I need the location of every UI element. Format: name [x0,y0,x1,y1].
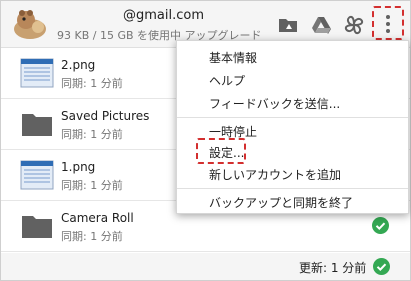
google-drive-icon[interactable] [310,14,332,36]
more-options-button[interactable] [372,6,404,40]
menu-item-add-account[interactable]: 新しいアカウントを追加 [209,166,341,183]
image-file-icon [20,58,54,88]
drive-folder-icon[interactable] [277,14,299,36]
menu-item-settings[interactable]: 設定... [209,144,244,161]
folder-icon [22,216,52,238]
folder-icon [22,114,52,136]
menu-divider [177,188,408,189]
menu-item-help[interactable]: ヘルプ [209,72,245,89]
synced-check-icon [372,217,389,234]
status-footer: 更新: 1 分前 [1,253,410,280]
menu-item-send-feedback[interactable]: フィードバックを送信... [209,95,340,112]
file-name: 2.png [61,58,96,72]
file-name: Saved Pictures [61,109,150,123]
menu-item-quit[interactable]: バックアップと同期を終了 [209,194,353,211]
more-vert-icon-dot [386,29,390,33]
file-sync-status: 同期: 1 分前 [61,77,123,90]
last-updated-text: 更新: 1 分前 [299,261,367,275]
more-vert-icon [386,15,390,19]
account-email: @gmail.com [123,8,205,23]
file-sync-status: 同期: 1 分前 [61,179,123,192]
pinwheel-icon[interactable] [343,14,365,36]
avatar[interactable] [11,7,49,41]
menu-item-about[interactable]: 基本情報 [209,49,257,66]
file-name: 1.png [61,160,96,174]
more-vert-icon-dot [386,22,390,26]
file-sync-status: 同期: 1 分前 [61,230,123,243]
options-menu: 基本情報 ヘルプ フィードバックを送信... 一時停止 設定... 新しいアカウ… [176,40,409,214]
menu-divider [177,117,408,118]
storage-quota-text: 93 KB / 15 GB を使用中 [57,29,182,42]
image-file-icon [20,160,54,190]
file-sync-status: 同期: 1 分前 [61,128,123,141]
file-name: Camera Roll [61,211,134,225]
synced-check-icon [373,258,390,275]
